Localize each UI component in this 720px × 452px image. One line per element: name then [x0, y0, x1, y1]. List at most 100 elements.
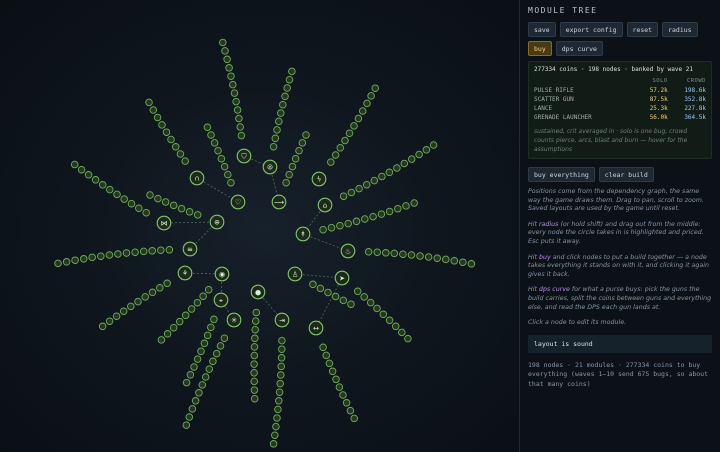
upgrade-node[interactable] [201, 373, 210, 381]
upgrade-node[interactable] [214, 146, 222, 155]
upgrade-node[interactable] [187, 305, 196, 313]
upgrade-node[interactable] [161, 198, 170, 206]
export-config-button[interactable]: export config [559, 22, 623, 37]
upgrade-node[interactable] [276, 379, 284, 388]
upgrade-node[interactable] [367, 92, 375, 100]
upgrade-node[interactable] [169, 201, 178, 210]
upgrade-node[interactable] [141, 293, 149, 301]
upgrade-node[interactable] [122, 249, 131, 257]
upgrade-node[interactable] [347, 300, 355, 308]
upgrade-node[interactable] [319, 343, 327, 352]
module-node-headphones[interactable]: ∩ [189, 170, 205, 186]
upgrade-node[interactable] [275, 397, 283, 405]
module-node-eye[interactable]: ◉ [214, 266, 230, 282]
upgrade-node[interactable] [221, 47, 229, 55]
upgrade-node[interactable] [251, 325, 259, 334]
upgrade-node[interactable] [309, 280, 317, 289]
upgrade-node[interactable] [424, 253, 433, 261]
upgrade-node[interactable] [235, 114, 243, 123]
upgrade-node[interactable] [250, 377, 258, 386]
upgrade-node[interactable] [62, 258, 71, 266]
upgrade-node[interactable] [360, 293, 368, 301]
upgrade-node[interactable] [319, 225, 327, 234]
save-button[interactable]: save [528, 22, 556, 37]
upgrade-node[interactable] [459, 258, 467, 266]
upgrade-node[interactable] [327, 223, 336, 232]
upgrade-node[interactable] [195, 389, 203, 397]
upgrade-node[interactable] [97, 252, 105, 260]
upgrade-node[interactable] [169, 323, 178, 332]
upgrade-node[interactable] [322, 351, 330, 360]
upgrade-node[interactable] [216, 342, 225, 350]
upgrade-node[interactable] [269, 440, 278, 448]
upgrade-node[interactable] [331, 151, 340, 159]
upgrade-node[interactable] [281, 92, 289, 101]
upgrade-node[interactable] [393, 164, 401, 172]
upgrade-node[interactable] [167, 135, 175, 144]
upgrade-node[interactable] [251, 334, 259, 343]
upgrade-node[interactable] [282, 178, 290, 187]
upgrade-node[interactable] [79, 255, 88, 263]
module-node-range[interactable]: ↔ [308, 320, 324, 336]
upgrade-node[interactable] [415, 150, 423, 159]
upgrade-node[interactable] [145, 98, 153, 107]
upgrade-node[interactable] [362, 180, 371, 189]
upgrade-node[interactable] [277, 354, 286, 362]
upgrade-node[interactable] [278, 345, 286, 353]
upgrade-node[interactable] [203, 331, 212, 340]
upgrade-node[interactable] [227, 178, 235, 187]
upgrade-node[interactable] [353, 287, 362, 296]
upgrade-node[interactable] [209, 357, 217, 366]
upgrade-node[interactable] [285, 75, 294, 84]
upgrade-node[interactable] [271, 134, 280, 143]
upgrade-node[interactable] [182, 421, 191, 429]
upgrade-node[interactable] [158, 121, 166, 129]
module-node-grenade[interactable]: ● [250, 284, 266, 300]
upgrade-node[interactable] [181, 157, 189, 165]
upgrade-node[interactable] [399, 250, 407, 258]
upgrade-node[interactable] [106, 185, 114, 194]
upgrade-node[interactable] [285, 170, 293, 179]
upgrade-node[interactable] [114, 250, 122, 258]
dps-curve-button[interactable]: dps curve [555, 41, 603, 56]
upgrade-node[interactable] [193, 355, 202, 363]
upgrade-node[interactable] [369, 212, 377, 221]
upgrade-node[interactable] [335, 383, 344, 391]
upgrade-node[interactable] [416, 252, 424, 260]
upgrade-node[interactable] [382, 249, 390, 257]
upgrade-node[interactable] [429, 141, 438, 149]
upgrade-node[interactable] [331, 292, 340, 301]
upgrade-node[interactable] [113, 190, 121, 199]
upgrade-node[interactable] [146, 191, 154, 199]
module-node-rifle[interactable]: ⟶ [271, 194, 287, 210]
upgrade-node[interactable] [363, 99, 371, 108]
upgrade-node[interactable] [185, 413, 194, 421]
upgrade-node[interactable] [277, 371, 285, 379]
upgrade-node[interactable] [171, 143, 180, 151]
upgrade-node[interactable] [153, 113, 162, 122]
module-node-spread[interactable]: ⋈ [156, 215, 172, 231]
upgrade-node[interactable] [410, 199, 418, 207]
upgrade-node[interactable] [250, 369, 258, 377]
upgrade-node[interactable] [288, 67, 296, 76]
upgrade-node[interactable] [131, 248, 139, 256]
upgrade-node[interactable] [346, 406, 355, 415]
upgrade-node[interactable] [156, 284, 164, 292]
upgrade-node[interactable] [279, 100, 287, 109]
upgrade-node[interactable] [291, 154, 300, 163]
upgrade-node[interactable] [176, 150, 185, 158]
upgrade-node[interactable] [135, 204, 143, 212]
upgrade-node[interactable] [278, 336, 286, 345]
upgrade-node[interactable] [350, 122, 358, 130]
upgrade-node[interactable] [186, 371, 195, 379]
upgrade-node[interactable] [250, 394, 259, 403]
upgrade-node[interactable] [373, 304, 381, 313]
upgrade-node[interactable] [224, 170, 232, 179]
upgrade-node[interactable] [165, 246, 174, 254]
upgrade-node[interactable] [390, 249, 399, 258]
upgrade-node[interactable] [385, 316, 394, 325]
upgrade-node[interactable] [342, 399, 351, 407]
upgrade-node[interactable] [154, 194, 162, 203]
upgrade-node[interactable] [450, 257, 459, 265]
upgrade-node[interactable] [127, 302, 135, 311]
